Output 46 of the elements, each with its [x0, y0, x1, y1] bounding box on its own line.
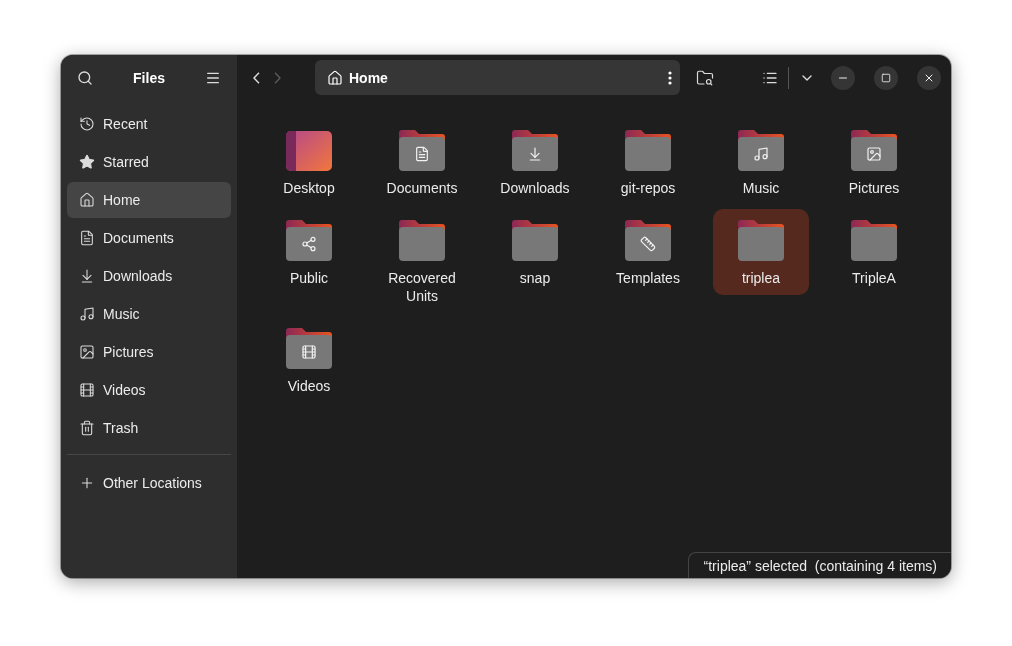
folder-item[interactable]: Public: [261, 209, 357, 295]
chevron-right-icon: [274, 71, 281, 84]
folder-item[interactable]: Pictures: [826, 119, 922, 205]
clock-icon: [79, 116, 95, 132]
star-icon: [79, 154, 95, 170]
home-icon: [327, 69, 343, 86]
folder-item[interactable]: TripleA: [826, 209, 922, 295]
path-bar[interactable]: Home: [315, 60, 680, 95]
close-button[interactable]: [917, 65, 941, 90]
maximize-button[interactable]: [874, 65, 898, 90]
folder-item[interactable]: git-repos: [600, 119, 696, 205]
folder-item[interactable]: Downloads: [487, 119, 583, 205]
folder-item[interactable]: Desktop: [261, 119, 357, 205]
image-icon: [79, 344, 95, 360]
folder-item[interactable]: Videos: [261, 317, 357, 403]
more-icon: [668, 70, 672, 85]
folder-item[interactable]: Recovered Units: [374, 209, 470, 313]
folder-item[interactable]: triplea: [713, 209, 809, 295]
trash-icon: [79, 420, 95, 436]
home-icon: [79, 192, 95, 208]
document-icon: [79, 230, 95, 246]
plus-icon: [79, 475, 95, 491]
chevron-left-icon: [253, 71, 260, 84]
music-note-icon: [79, 306, 95, 322]
download-icon: [79, 268, 95, 284]
sidebar-item[interactable]: Recent: [67, 106, 231, 142]
sidebar-item[interactable]: Starred: [67, 144, 231, 180]
sidebar-item[interactable]: Pictures: [67, 334, 231, 370]
maximize-icon: [881, 72, 891, 83]
sidebar-item[interactable]: Downloads: [67, 258, 231, 294]
other-locations-item[interactable]: Other Locations: [67, 465, 231, 501]
folder-item[interactable]: Templates: [600, 209, 696, 295]
search-icon: [77, 69, 93, 86]
folder-search-icon: [696, 68, 714, 87]
sidebar-item[interactable]: Home: [67, 182, 231, 218]
app-title: Files: [133, 69, 165, 86]
film-icon: [79, 382, 95, 398]
folder-item[interactable]: snap: [487, 209, 583, 295]
folder-item[interactable]: Music: [713, 119, 809, 205]
sidebar-item[interactable]: Trash: [67, 410, 231, 446]
status-bar: “triplea” selected (containing 4 items): [687, 552, 951, 578]
sidebar-item[interactable]: Documents: [67, 220, 231, 256]
sidebar-item[interactable]: Music: [67, 296, 231, 332]
sidebar-item[interactable]: Videos: [67, 372, 231, 408]
minimize-button[interactable]: [831, 65, 855, 90]
folder-item[interactable]: Documents: [374, 119, 470, 205]
